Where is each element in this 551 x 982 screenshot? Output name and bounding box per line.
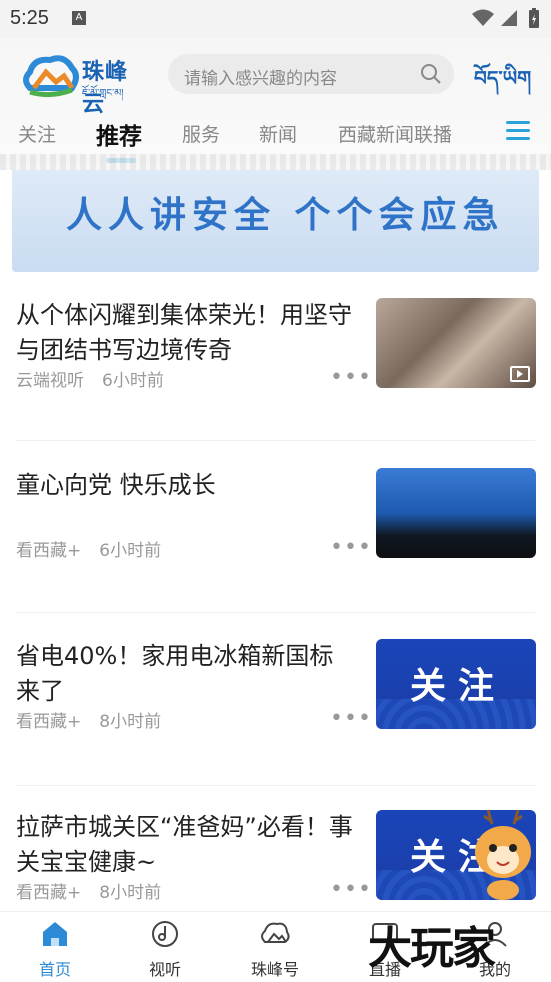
news-thumbnail: 关注 bbox=[376, 639, 536, 729]
cloud-logo-icon bbox=[23, 55, 79, 98]
news-time: 6小时前 bbox=[99, 541, 162, 561]
more-options-icon[interactable]: ••• bbox=[330, 708, 372, 730]
news-time: 6小时前 bbox=[102, 371, 164, 391]
news-meta: 看西藏+ 6小时前 bbox=[16, 536, 179, 561]
watermark-text: 大玩家 bbox=[368, 923, 496, 974]
nav-audio-video[interactable]: 视听 bbox=[125, 920, 205, 980]
news-meta: 看西藏+ 8小时前 bbox=[16, 707, 179, 732]
thumbnail-text: 关注 bbox=[410, 666, 507, 707]
notification-a-icon: A bbox=[72, 11, 86, 25]
battery-icon bbox=[529, 8, 539, 28]
news-source: 云端视听 bbox=[16, 371, 84, 391]
nav-zhufeng-account[interactable]: 珠峰号 bbox=[235, 920, 315, 980]
divider bbox=[16, 612, 535, 613]
news-thumbnail bbox=[376, 468, 536, 558]
news-meta: 云端视听 6小时前 bbox=[16, 366, 182, 391]
news-time: 8小时前 bbox=[99, 883, 162, 903]
news-thumbnail bbox=[376, 298, 536, 388]
deer-mascot-icon[interactable] bbox=[468, 806, 538, 902]
news-title: 童心向党 快乐成长 bbox=[16, 471, 216, 499]
news-title: 从个体闪耀到集体荣光！用坚守与团结书写边境传奇 bbox=[16, 301, 352, 364]
more-options-icon[interactable]: ••• bbox=[330, 537, 372, 559]
cloud-icon bbox=[261, 922, 290, 943]
tab-tibet-news-broadcast[interactable]: 西藏新闻联播 bbox=[338, 120, 452, 147]
news-meta: 看西藏+ 8小时前 bbox=[16, 878, 179, 903]
tab-service[interactable]: 服务 bbox=[182, 120, 220, 147]
divider bbox=[16, 440, 535, 441]
news-source: 看西藏+ bbox=[16, 541, 82, 561]
category-tabs: 关注 推荐 服务 新闻 西藏新闻联播 bbox=[0, 116, 551, 156]
decorative-pattern bbox=[0, 154, 551, 170]
tab-news[interactable]: 新闻 bbox=[259, 120, 297, 147]
search-placeholder: 请输入感兴趣的内容 bbox=[184, 69, 337, 89]
divider bbox=[16, 785, 535, 786]
more-options-icon[interactable]: ••• bbox=[330, 879, 372, 901]
banner-text: 人人讲安全 个个会应急 bbox=[66, 195, 505, 236]
status-time: 5:25 bbox=[10, 7, 49, 29]
news-item[interactable]: 从个体闪耀到集体荣光！用坚守与团结书写边境传奇 云端视听 6小时前 ••• bbox=[0, 276, 551, 446]
news-title: 省电40%！家用电冰箱新国标来了 bbox=[16, 642, 334, 705]
wifi-icon bbox=[472, 9, 494, 26]
search-box[interactable]: 请输入感兴趣的内容 bbox=[168, 54, 454, 94]
news-time: 8小时前 bbox=[99, 712, 162, 732]
tab-follow[interactable]: 关注 bbox=[18, 120, 56, 147]
more-options-icon[interactable]: ••• bbox=[330, 367, 372, 389]
app-logo[interactable]: 珠峰云 ཇོ་མོ་གླང་མ། bbox=[20, 50, 150, 117]
status-bar: 5:25 A bbox=[0, 0, 551, 38]
channel-menu-icon[interactable] bbox=[506, 121, 530, 145]
nav-label: 首页 bbox=[38, 960, 71, 979]
news-title: 拉萨市城关区“准爸妈”必看！事关宝宝健康~ bbox=[16, 813, 353, 876]
home-icon bbox=[43, 922, 67, 946]
news-source: 看西藏+ bbox=[16, 712, 82, 732]
music-icon bbox=[152, 921, 178, 947]
cell-signal-icon bbox=[501, 10, 517, 26]
video-play-icon bbox=[510, 366, 530, 382]
search-icon[interactable] bbox=[420, 63, 442, 85]
logo-subtitle: ཇོ་མོ་གླང་མ། bbox=[82, 88, 124, 99]
safety-banner[interactable]: 人人讲安全 个个会应急 bbox=[12, 170, 539, 272]
nav-label: 珠峰号 bbox=[250, 960, 299, 979]
news-source: 看西藏+ bbox=[16, 883, 82, 903]
news-item[interactable]: 童心向党 快乐成长 看西藏+ 6小时前 ••• bbox=[0, 446, 551, 616]
nav-home[interactable]: 首页 bbox=[15, 920, 95, 980]
news-item[interactable]: 省电40%！家用电冰箱新国标来了 看西藏+ 8小时前 ••• 关注 bbox=[0, 617, 551, 787]
tab-recommend[interactable]: 推荐 bbox=[96, 117, 142, 151]
nav-label: 视听 bbox=[148, 960, 181, 979]
tibetan-language-link[interactable]: བོད་ཡིག bbox=[474, 56, 531, 112]
